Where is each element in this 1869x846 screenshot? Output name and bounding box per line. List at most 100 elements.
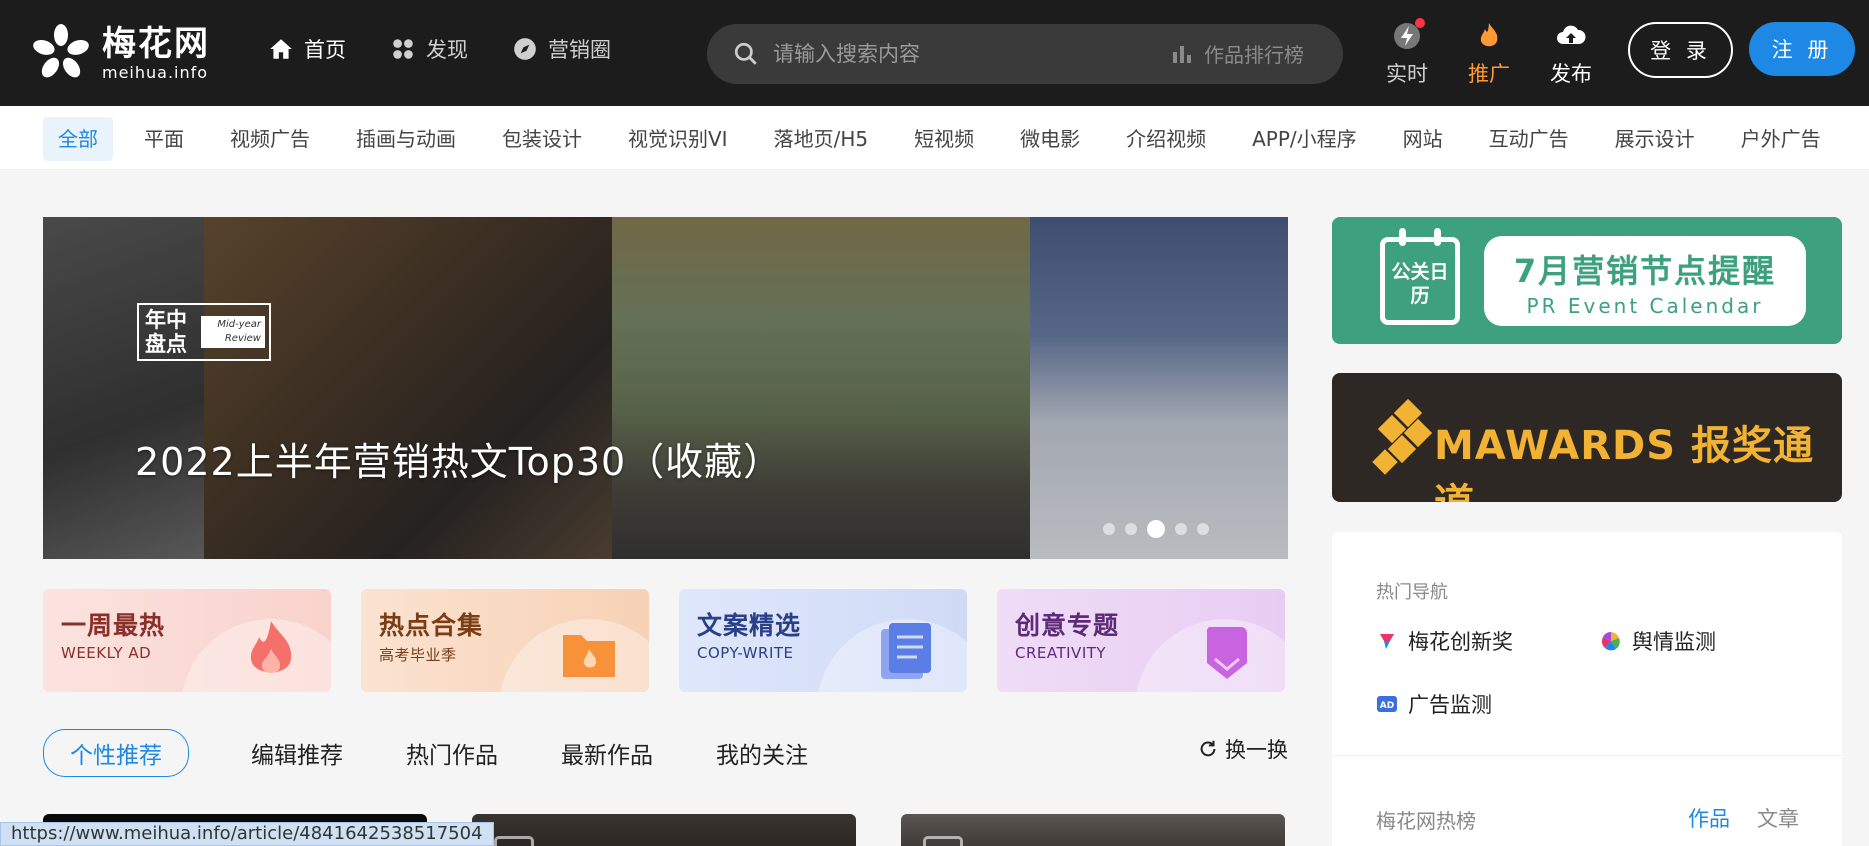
card-subtitle: 高考毕业季 [379,646,457,664]
svg-text:AD: AD [1380,701,1394,711]
card-subtitle: CREATIVITY [1015,644,1107,662]
hot-tab-works[interactable]: 作品 [1688,803,1730,833]
flame-icon [1473,20,1505,52]
category-bar: 全部 平面 视频广告 插画与动画 包装设计 视觉识别VI 落地页/H5 短视频 … [0,106,1869,170]
award-icon [1380,634,1394,649]
status-bar-url: https://www.meihua.info/article/48416425… [0,822,494,846]
category-item[interactable]: 平面 [129,117,199,161]
tab-latest[interactable]: 最新作品 [561,736,653,770]
pr-ad-subtitle: PR Event Calendar [1526,294,1764,318]
nav-home[interactable]: 首页 [268,34,346,64]
hot-list-title: 梅花网热榜 [1376,809,1476,833]
home-icon [270,39,292,59]
pinwheel-icon [1601,632,1620,651]
weekly-hot-card[interactable]: 一周最热 WEEKLY AD [43,589,331,692]
category-all[interactable]: 全部 [43,117,113,161]
folder-icon [563,635,615,677]
cloud-upload-icon [1555,20,1587,52]
refresh-label: 换一换 [1225,738,1288,762]
card-title: 文案精选 [697,611,802,640]
fire-icon [250,621,292,673]
mawards-text: MAWARDS 报奖通道 [1434,423,1814,502]
carousel-dot[interactable] [1103,523,1115,535]
category-item[interactable]: 户外广告 [1726,117,1836,161]
mawards-ad[interactable]: MAWARDS 报奖通道 [1332,373,1842,502]
banner-title[interactable]: 2022上半年营销热文Top30（收藏） [135,431,782,486]
ranking-link[interactable]: 作品排行榜 [1170,39,1304,68]
sidebar-panel: 热门导航 梅花创新奖 舆情监测 AD 广告监测 梅花网热榜 作品 文章 [1332,532,1842,846]
promote-label: 推广 [1468,62,1510,86]
link-label: 广告监测 [1408,693,1492,717]
main-nav: 首页 发现 营销圈 [268,34,611,64]
search-input[interactable] [773,34,1153,74]
pencil-icon [1206,627,1247,679]
refresh-icon [1200,740,1216,757]
tab-following[interactable]: 我的关注 [716,736,808,770]
category-item[interactable]: 视觉识别VI [613,117,743,161]
banner-carousel[interactable]: 年中盘点 Mid-year Review 2022上半年营销热文Top30（收藏… [43,217,1288,559]
site-logo[interactable]: 梅花网 meihua.info [30,22,210,84]
tab-hot[interactable]: 热门作品 [406,736,498,770]
carousel-dot[interactable] [1125,523,1137,535]
midyear-review-badge: 年中盘点 Mid-year Review [137,303,271,361]
nav-discover[interactable]: 发现 [390,34,468,64]
card-title: 创意专题 [1015,611,1120,640]
discover-icon [393,39,413,59]
top-bar: 梅花网 meihua.info 首页 发现 营销圈 作品排行榜 [0,0,1869,106]
pr-ad-title: 7月营销节点提醒 [1513,252,1777,290]
link-label: 舆情监测 [1632,630,1716,654]
search-bar: 作品排行榜 [707,24,1343,84]
nav-discover-label: 发现 [426,38,468,62]
video-icon [923,836,963,846]
publish-button[interactable]: 发布 [1544,20,1598,88]
pr-calendar-ad[interactable]: 公关日历 7月营销节点提醒 PR Event Calendar [1332,217,1842,344]
search-icon [734,42,757,65]
category-item[interactable]: 视频广告 [215,117,325,161]
carousel-dot[interactable] [1147,520,1165,538]
realtime-button[interactable]: 实时 [1380,18,1434,88]
category-item[interactable]: 包装设计 [487,117,597,161]
category-item[interactable]: 落地页/H5 [759,117,884,161]
category-item[interactable]: 网站 [1388,117,1458,161]
refresh-button[interactable]: 换一换 [1197,734,1288,764]
publish-label: 发布 [1550,62,1592,86]
tab-editor[interactable]: 编辑推荐 [251,736,343,770]
logo-domain: meihua.info [102,63,209,82]
ad-icon: AD [1377,696,1397,712]
work-thumbnail[interactable] [901,814,1285,846]
promote-button[interactable]: 推广 [1462,20,1516,88]
nav-marketing-circle-label: 营销圈 [548,38,611,62]
mawards-logo-icon [1372,399,1433,475]
hot-tab-articles[interactable]: 文章 [1757,803,1799,833]
nav-marketing-circle[interactable]: 营销圈 [512,34,611,64]
category-item[interactable]: 短视频 [899,117,989,161]
hot-collection-card[interactable]: 热点合集 高考毕业季 [361,589,649,692]
sentiment-monitor-link[interactable]: 舆情监测 [1600,626,1716,656]
flash-icon [1391,18,1425,52]
copywriting-card[interactable]: 文案精选 COPY-WRITE [679,589,967,692]
carousel-dot[interactable] [1175,523,1187,535]
video-icon [494,836,534,846]
category-item[interactable]: 微电影 [1005,117,1095,161]
work-thumbnail[interactable] [472,814,856,846]
quick-cards: 一周最热 WEEKLY AD 热点合集 高考毕业季 文案精选 COPY-WRIT… [43,589,1285,692]
ad-monitor-link[interactable]: AD 广告监测 [1376,689,1492,719]
register-button[interactable]: 注 册 [1749,22,1855,76]
creative-topic-card[interactable]: 创意专题 CREATIVITY [997,589,1285,692]
login-button[interactable]: 登 录 [1628,22,1733,78]
meihua-award-link[interactable]: 梅花创新奖 [1376,626,1513,656]
category-item[interactable]: 介绍视频 [1111,117,1221,161]
tab-personal[interactable]: 个性推荐 [43,729,189,777]
badge-en: Mid-year Review [201,316,265,348]
category-item[interactable]: 插画与动画 [341,117,471,161]
carousel-dot[interactable] [1197,523,1209,535]
card-title: 热点合集 [379,611,484,640]
category-item[interactable]: APP/小程序 [1237,117,1372,161]
bar-chart-icon [1173,45,1191,63]
compass-icon [514,38,536,60]
category-item[interactable]: 展示设计 [1600,117,1710,161]
card-subtitle: COPY-WRITE [697,644,794,662]
ranking-label: 作品排行榜 [1204,43,1304,67]
category-item[interactable]: 互动广告 [1474,117,1584,161]
plum-blossom-icon [30,22,92,84]
